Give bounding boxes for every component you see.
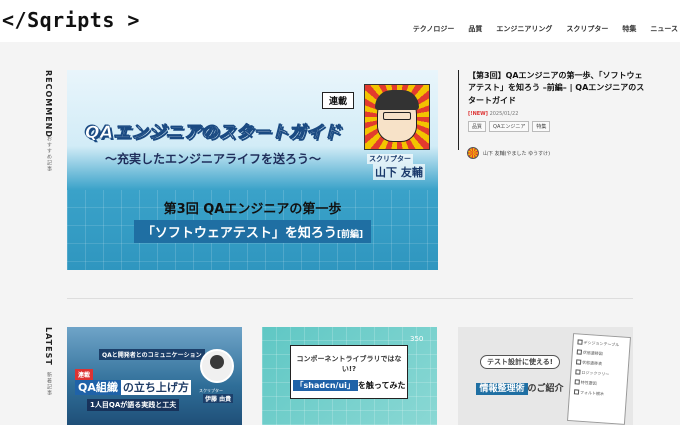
featured-article-title[interactable]: 【第3回】QAエンジニアの第一歩、「ソフトウェアテスト」を知ろう –前編– | … xyxy=(468,70,648,107)
nav-engineering[interactable]: エンジニアリング xyxy=(496,24,552,34)
author-name: 山下 友輔(やました ゆうすけ) xyxy=(483,150,551,157)
banner-author-name: 山下 友輔 xyxy=(373,164,425,180)
banner-part-badge: 「ソフトウェアテスト」を知ろう[前編] xyxy=(133,220,372,243)
site-header: </Sqripts > テクノロジー 品質 エンジニアリング スクリプター 特集… xyxy=(0,0,680,42)
latest-card-qa-org[interactable]: QAと開発者とのコミュニケーション 連載 QA組織 の立ち上げ方 1人目QAが語る… xyxy=(67,327,242,425)
checklist-item: 状態遷移表 xyxy=(576,359,624,368)
card-title-rest: を触ってみた xyxy=(357,381,406,390)
checklist-illustration: デシジョンテーブル 状態遷移図 状態遷移表 ロジックツリー 特性要因 フォルト樹… xyxy=(567,333,631,425)
tag-qa-engineer[interactable]: QAエンジニア xyxy=(489,121,530,133)
card-subtitle: 1人目QAが語る実践と工夫 xyxy=(87,399,180,411)
card-pill: テスト設計に使える! xyxy=(480,355,560,369)
card-title: 「shadcn/ui」 を触ってみた xyxy=(291,380,407,391)
banner-part-text: 「ソフトウェアテスト」を知ろう xyxy=(141,226,337,241)
banner-part-suffix: [前編] xyxy=(336,230,364,240)
checklist-item: 特性要因 xyxy=(575,379,623,388)
nav-scripter[interactable]: スクリプター xyxy=(566,24,608,34)
nav-quality[interactable]: 品質 xyxy=(468,24,482,34)
card-title-rest: の立ち上げ方 xyxy=(120,380,191,395)
card-author-name: 伊藤 由貴 xyxy=(203,394,234,403)
featured-article: 【第3回】QAエンジニアの第一歩、「ソフトウェアテスト」を知ろう –前編– | … xyxy=(458,70,648,150)
checklist-item: ロジックツリー xyxy=(575,369,623,378)
recommend-banner[interactable]: 連載 QAエンジニアのスタートガイド 〜充実したエンジニアライフを送ろう〜 スク… xyxy=(67,70,438,270)
checklist-item: デシジョンテーブル xyxy=(577,339,625,348)
site-logo[interactable]: </Sqripts > xyxy=(2,8,140,32)
card-title-rest: のご紹介 xyxy=(527,384,564,394)
nav-feature[interactable]: 特集 xyxy=(622,24,636,34)
nav-news[interactable]: ニュース xyxy=(650,24,678,34)
recommend-sublabel: おすすめ記事 xyxy=(46,136,52,172)
card-title-highlight: QA組織 xyxy=(75,380,121,395)
section-divider xyxy=(67,298,633,299)
latest-label: LATEST xyxy=(44,327,53,366)
card-question: コンポーネントライブラリではない!? xyxy=(296,355,402,373)
card-title: 情報整理術 のご紹介 xyxy=(466,381,574,395)
hair-illustration xyxy=(375,90,419,110)
recommend-label: RECOMMEND xyxy=(44,70,53,139)
glasses-illustration xyxy=(383,112,411,120)
latest-card-info-organizing[interactable]: テスト設計に使える! 情報整理術 のご紹介 デシジョンテーブル 状態遷移図 状態遷… xyxy=(458,327,633,425)
decor-number: 350 xyxy=(410,335,424,343)
card-title-box: コンポーネントライブラリではない!? 「shadcn/ui」 を触ってみた xyxy=(290,345,408,399)
banner-part: 「ソフトウェアテスト」を知ろう[前編] xyxy=(67,220,438,243)
checklist-item: 状態遷移図 xyxy=(577,349,625,358)
tag-quality[interactable]: 品質 xyxy=(468,121,487,133)
series-tag: 連載 xyxy=(322,92,355,109)
latest-sublabel: 新着記事 xyxy=(46,372,52,396)
banner-subtitle: 〜充実したエンジニアライフを送ろう〜 xyxy=(105,152,322,166)
article-tags: 品質 QAエンジニア 特集 xyxy=(468,121,648,133)
featured-article-meta: [!NEW] 2025/01/22 xyxy=(468,111,648,117)
latest-card-shadcn[interactable]: 350 コンポーネントライブラリではない!? 「shadcn/ui」 を触ってみた xyxy=(262,327,437,425)
author-photo xyxy=(200,349,234,383)
nav-technology[interactable]: テクノロジー xyxy=(413,24,455,34)
main-nav: テクノロジー 品質 エンジニアリング スクリプター 特集 ニュース xyxy=(413,24,678,34)
author-avatar xyxy=(467,147,479,159)
card-topic: QAと開発者とのコミュニケーション xyxy=(99,349,205,360)
banner-title: QAエンジニアのスタートガイド xyxy=(85,123,342,144)
card-title-box: テスト設計に使える! 情報整理術 のご紹介 xyxy=(466,349,574,409)
new-badge: [!NEW] xyxy=(468,111,488,118)
banner-author-role: スクリプター xyxy=(367,154,413,164)
featured-article-author[interactable]: 山下 友輔(やました ゆうすけ) xyxy=(467,147,550,159)
checklist-item: フォルト樹木 xyxy=(574,389,622,398)
tag-feature[interactable]: 特集 xyxy=(532,121,551,133)
card-title-highlight: 情報整理術 xyxy=(476,383,528,395)
banner-series: 第3回 QAエンジニアの第一歩 xyxy=(163,202,342,217)
article-date: 2025/01/22 xyxy=(489,111,519,118)
card-title: QA組織 の立ち上げ方 xyxy=(75,379,191,395)
card-title-highlight: 「shadcn/ui」 xyxy=(292,380,358,391)
